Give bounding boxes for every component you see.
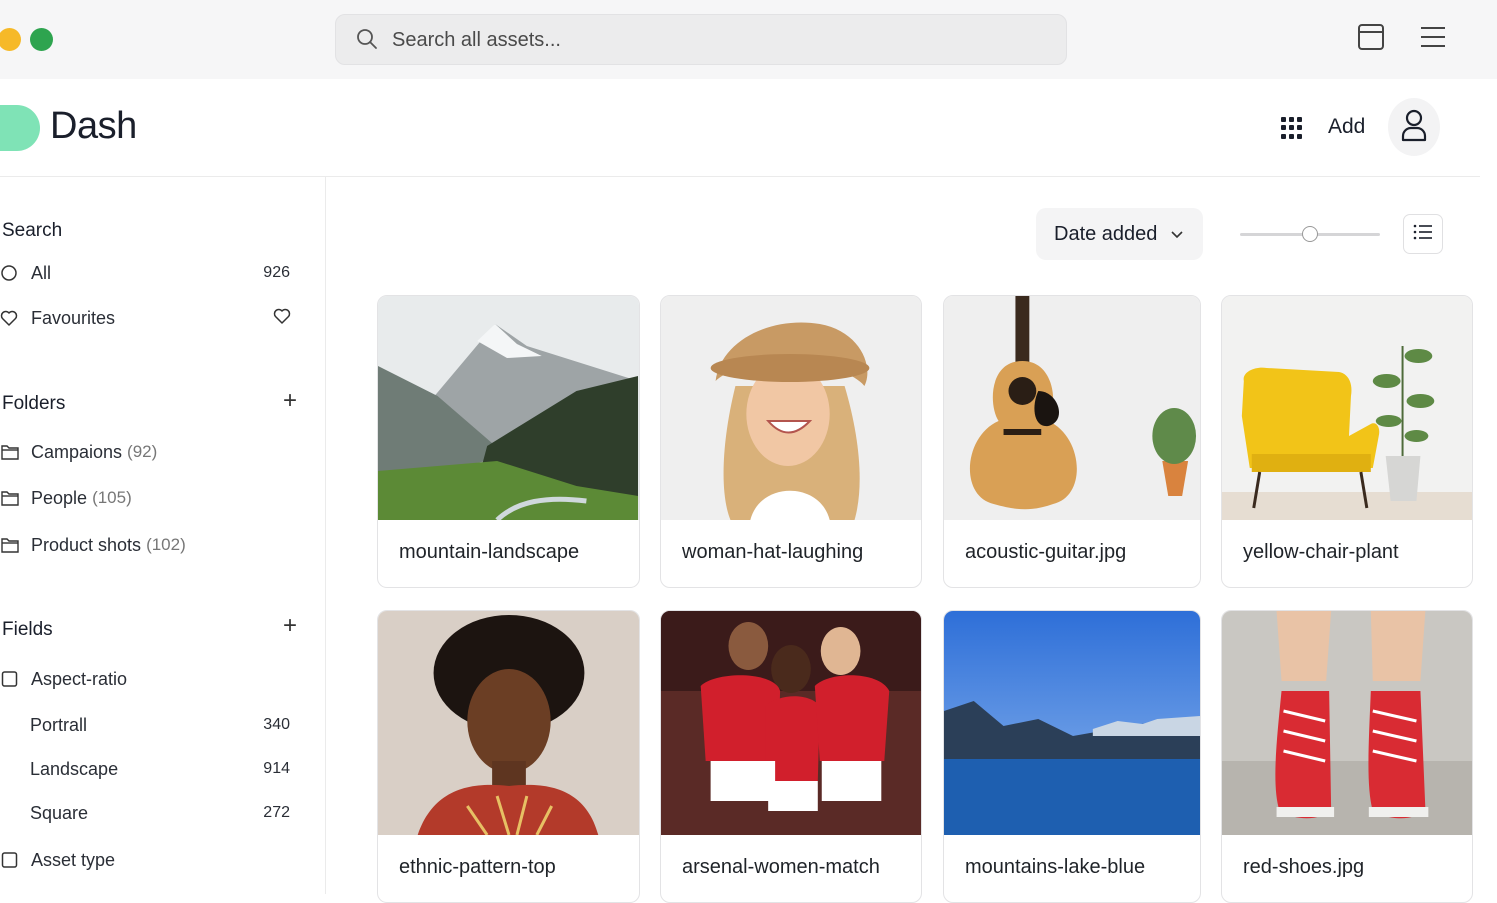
woman-hat-laughing-thumbnail: [661, 296, 921, 520]
folder-icon: [0, 488, 20, 508]
sort-label: Date added: [1054, 222, 1158, 245]
window-layout-button[interactable]: [1356, 23, 1386, 56]
asset-card[interactable]: red-shoes.jpg: [1221, 610, 1473, 903]
asset-name: acoustic-guitar.jpg: [965, 541, 1127, 563]
asset-name: woman-hat-laughing: [682, 541, 864, 563]
item-count: (92): [127, 442, 158, 461]
sidebar-item-all[interactable]: All 926: [0, 258, 300, 288]
item-count: 340: [263, 716, 290, 733]
search-icon: [356, 28, 378, 55]
asset-card[interactable]: acoustic-guitar.jpg: [943, 295, 1201, 588]
sidebar-item-folder[interactable]: Product shots (102): [0, 530, 300, 560]
checkbox-icon[interactable]: [0, 669, 20, 689]
app-header: Dash Add: [0, 79, 1480, 177]
list-icon: [1413, 224, 1433, 245]
asset-name: mountain-landscape: [399, 541, 580, 563]
add-field-button[interactable]: +: [280, 614, 300, 638]
folders-section-title: Folders: [2, 393, 66, 414]
add-button[interactable]: Add: [1320, 113, 1373, 141]
asset-gallery: Date added mountain-landscape woman-hat-…: [326, 177, 1497, 903]
user-avatar[interactable]: [1388, 98, 1440, 156]
add-folder-button[interactable]: +: [280, 389, 300, 413]
sidebar-item-label: Asset type: [31, 849, 116, 870]
apps-grid-icon[interactable]: [1281, 117, 1303, 139]
checkbox-icon[interactable]: [0, 850, 20, 870]
sidebar-item-portrait[interactable]: Portrall 340: [0, 710, 300, 740]
sort-dropdown[interactable]: Date added: [1036, 208, 1203, 260]
asset-name: arsenal-women-match: [682, 856, 880, 878]
hamburger-menu-icon: [1419, 25, 1447, 54]
sidebar-item-label: Landscape: [30, 758, 119, 779]
asset-name: red-shoes.jpg: [1243, 856, 1365, 878]
brand-name: Dash: [50, 105, 137, 147]
asset-card[interactable]: woman-hat-laughing: [660, 295, 922, 588]
search-bar[interactable]: [335, 14, 1067, 65]
sidebar-item-asset-type[interactable]: Asset type: [0, 845, 300, 875]
sidebar-item-favourites[interactable]: Favourites: [0, 303, 300, 333]
user-icon: [1400, 108, 1428, 147]
folder-icon: [0, 535, 20, 555]
folder-icon: [0, 442, 20, 462]
thumbnail-size-slider[interactable]: [1240, 226, 1380, 242]
asset-card[interactable]: arsenal-women-match: [660, 610, 922, 903]
sidebar-item-label: Campaions: [31, 441, 123, 462]
minimize-window-button[interactable]: [0, 28, 21, 51]
asset-name: ethnic-pattern-top: [399, 856, 556, 878]
search-input[interactable]: [392, 23, 1032, 57]
chevron-down-icon: [1170, 223, 1184, 246]
sidebar-item-label: Aspect-ratio: [31, 668, 128, 689]
asset-card[interactable]: mountains-lake-blue: [943, 610, 1201, 903]
ethnic-pattern-top-thumbnail: [378, 611, 639, 835]
asset-name: mountains-lake-blue: [965, 856, 1146, 878]
asset-card[interactable]: yellow-chair-plant: [1221, 295, 1473, 588]
sidebar: Search All 926 Favourites Folders + Camp…: [0, 177, 326, 894]
asset-card[interactable]: ethnic-pattern-top: [377, 610, 640, 903]
circle-icon: [0, 263, 20, 283]
sidebar-item-folder[interactable]: People (105): [0, 483, 300, 513]
list-view-button[interactable]: [1403, 214, 1443, 254]
menu-button[interactable]: [1418, 24, 1448, 54]
item-count: 272: [263, 804, 290, 821]
fields-section-title: Fields: [2, 619, 53, 640]
sidebar-item-landscape[interactable]: Landscape 914: [0, 754, 300, 784]
asset-card[interactable]: mountain-landscape: [377, 295, 640, 588]
asset-name: yellow-chair-plant: [1243, 541, 1399, 563]
mountains-lake-blue-thumbnail: [944, 611, 1200, 835]
sidebar-item-square[interactable]: Square 272: [0, 798, 300, 828]
sidebar-item-label: Product shots: [31, 534, 142, 555]
window-titlebar: [0, 0, 1497, 79]
maximize-window-button[interactable]: [30, 28, 53, 51]
acoustic-guitar-thumbnail: [944, 296, 1200, 520]
sidebar-item-folder[interactable]: Campaions (92): [0, 437, 300, 467]
sidebar-item-aspect-ratio[interactable]: Aspect-ratio: [0, 664, 300, 694]
sidebar-item-label: Square: [30, 802, 89, 823]
sidebar-item-label: All: [31, 262, 52, 283]
search-section-title: Search: [2, 220, 63, 241]
sidebar-item-label: People: [31, 487, 88, 508]
sidebar-item-label: Portrall: [30, 714, 88, 735]
item-count: 926: [263, 264, 290, 281]
item-count: (105): [92, 488, 132, 507]
mountain-landscape-thumbnail: [378, 296, 639, 520]
window-layout-icon: [1357, 23, 1385, 56]
slider-knob[interactable]: [1302, 226, 1318, 242]
yellow-chair-plant-thumbnail: [1222, 296, 1472, 520]
red-shoes-thumbnail: [1222, 611, 1472, 835]
item-count: (102): [146, 535, 186, 554]
item-count: 914: [263, 760, 290, 777]
arsenal-women-match-thumbnail: [661, 611, 921, 835]
brand-logo: [0, 105, 40, 151]
heart-icon: [0, 308, 20, 328]
heart-icon[interactable]: [272, 307, 292, 330]
sidebar-item-label: Favourites: [31, 307, 116, 328]
